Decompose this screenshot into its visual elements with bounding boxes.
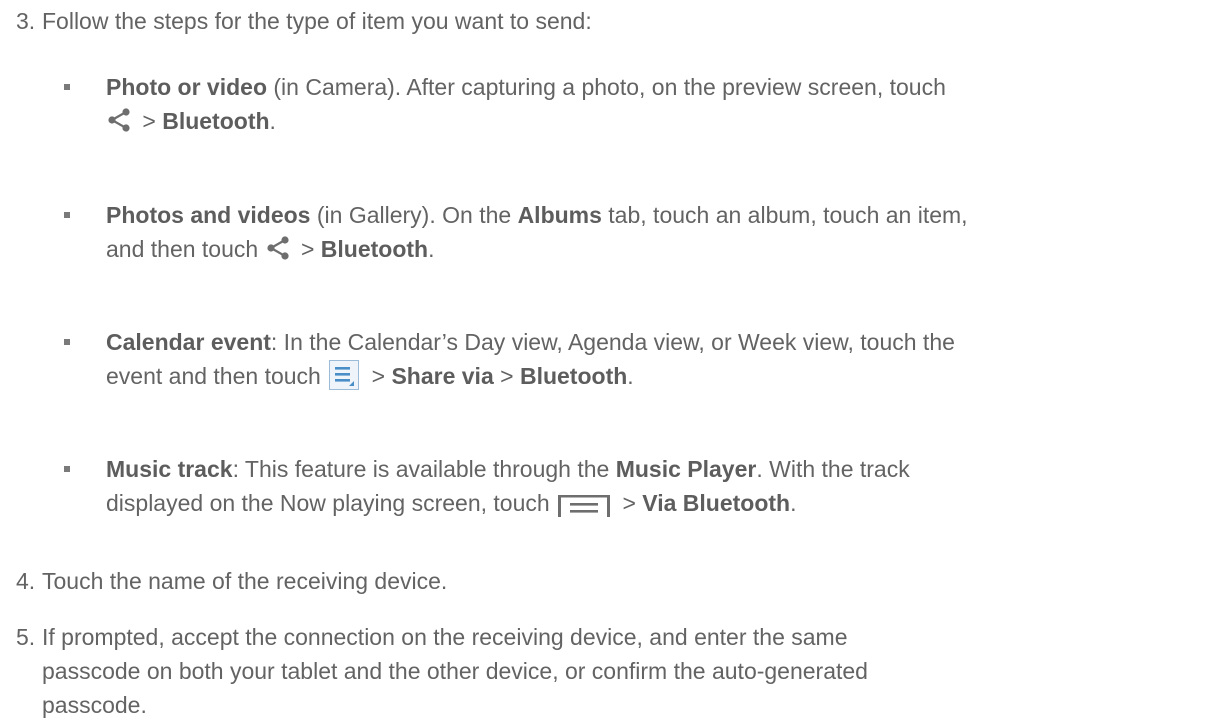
step-text: Touch the name of the receiving device. <box>42 568 448 594</box>
bluetooth-label: Bluetooth <box>320 236 429 262</box>
step-text-line: If prompted, accept the connection on th… <box>42 624 848 650</box>
step-text: Follow the steps for the type of item yo… <box>42 8 592 34</box>
share-icon <box>265 235 291 261</box>
period: . <box>790 490 797 516</box>
step-number: 4. <box>16 568 36 594</box>
bullet-title: Photo or video <box>106 74 267 100</box>
bullet-text-part: (in Camera). After capturing a photo, on… <box>267 74 946 100</box>
bullet-text-part: displayed on the Now playing screen, tou… <box>106 490 557 516</box>
bluetooth-label: Bluetooth <box>519 363 628 389</box>
share-icon <box>106 107 132 133</box>
albums-label: Albums <box>517 202 602 228</box>
period: . <box>627 363 634 389</box>
bullet-text-part: : In the Calendar’s Day view, Agenda vie… <box>270 329 955 355</box>
bullet-marker <box>64 84 70 90</box>
bullet-text: Calendar event: In the Calendar’s Day vi… <box>106 325 1196 396</box>
bluetooth-label: Bluetooth <box>162 108 270 134</box>
bullet-text-part: and then touch <box>106 236 265 262</box>
share-via-label: Share via <box>391 363 494 389</box>
separator: > <box>294 236 321 262</box>
bullet-text: Music track: This feature is available t… <box>106 452 1196 520</box>
step-text-line: passcode. <box>42 692 147 718</box>
step-number: 5. <box>16 624 36 650</box>
music-player-label: Music Player <box>615 456 757 482</box>
overflow-menu-icon <box>558 492 611 517</box>
bullet-text: Photo or video (in Camera). After captur… <box>106 70 1196 139</box>
bullet-title: Calendar event <box>106 329 271 355</box>
bullet-marker <box>64 212 70 218</box>
bullet-title: Photos and videos <box>106 202 311 228</box>
step-text-line: passcode on both your tablet and the oth… <box>42 658 868 684</box>
bullet-text-part: tab, touch an album, touch an item, <box>601 202 968 228</box>
step-text: If prompted, accept the connection on th… <box>42 620 1182 722</box>
bullet-title: Music track <box>106 456 233 482</box>
menu-icon <box>329 359 360 390</box>
document-page: 3. Follow the steps for the type of item… <box>0 0 1214 718</box>
bullet-text-part: (in Gallery). On the <box>310 202 518 228</box>
separator: > <box>493 363 520 389</box>
period: . <box>269 108 276 134</box>
bullet-text-part: . With the track <box>756 456 910 482</box>
separator: > <box>136 108 163 134</box>
separator: > <box>365 363 392 389</box>
bullet-marker <box>64 339 70 345</box>
bullet-text-part: event and then touch <box>106 363 328 389</box>
via-bluetooth-label: Via Bluetooth <box>642 490 791 516</box>
step-number: 3. <box>16 8 36 34</box>
bullet-marker <box>64 466 70 472</box>
period: . <box>428 236 435 262</box>
separator: > <box>616 490 643 516</box>
bullet-text: Photos and videos (in Gallery). On the A… <box>106 198 1196 267</box>
bullet-text-part: : This feature is available through the <box>232 456 616 482</box>
